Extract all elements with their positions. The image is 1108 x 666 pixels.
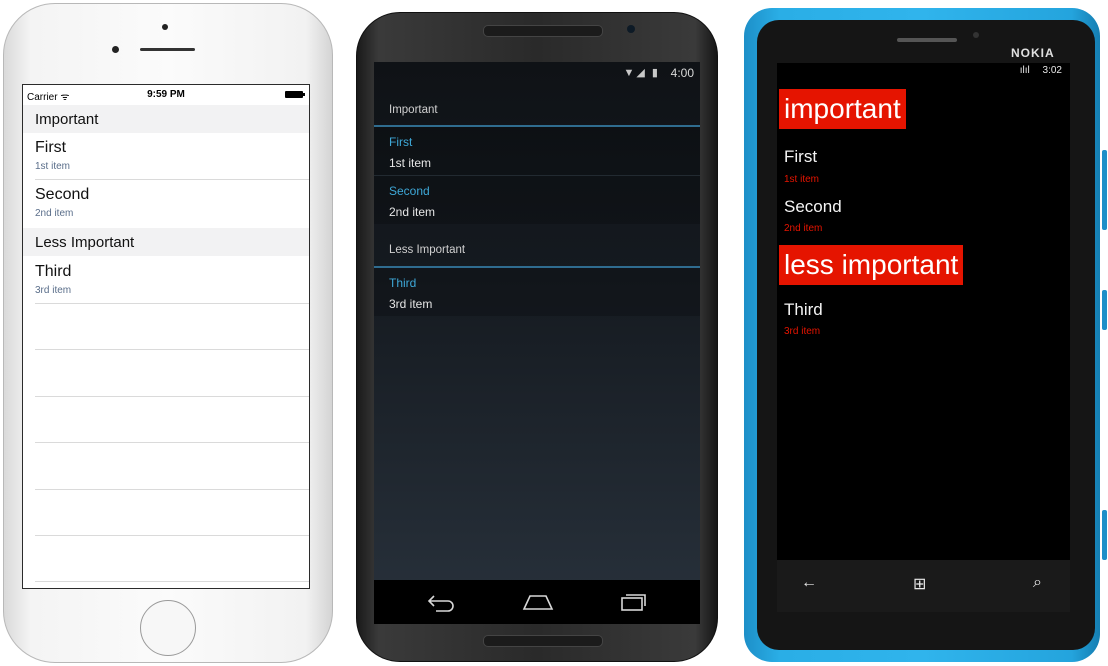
row-separator xyxy=(35,303,309,304)
section-header-less-important: Less Important xyxy=(23,228,309,256)
android-status-bar: ▼◢ ▮ 4:00 xyxy=(374,62,700,84)
item-detail: 2nd item xyxy=(389,205,436,219)
group-header-label: important xyxy=(784,93,901,124)
front-camera xyxy=(973,32,979,38)
list-item[interactable]: Second 2nd item xyxy=(23,180,309,226)
front-camera xyxy=(112,46,119,53)
home-button[interactable] xyxy=(140,600,196,656)
section-header-label: Less Important xyxy=(35,234,135,251)
row-separator xyxy=(35,442,309,443)
section-header-less-important: Less Important xyxy=(374,232,700,266)
group-header-important[interactable]: important xyxy=(779,89,906,129)
home-icon[interactable] xyxy=(522,592,554,612)
section-header-important: Important xyxy=(374,92,700,126)
item-detail: 2nd item xyxy=(35,208,74,219)
row-separator xyxy=(35,581,309,582)
list-item[interactable]: First 1st item xyxy=(23,133,309,179)
item-detail: 3rd item xyxy=(389,297,433,311)
speaker-grille xyxy=(140,48,195,51)
item-title: Third xyxy=(389,276,417,290)
android-nav-bar xyxy=(374,580,700,624)
item-title: Second xyxy=(35,186,90,203)
back-icon[interactable] xyxy=(426,592,456,612)
item-title: Second xyxy=(784,197,842,216)
item-detail: 2nd item xyxy=(784,223,823,234)
speaker-grille xyxy=(897,38,957,42)
recents-icon[interactable] xyxy=(618,592,648,612)
item-title: First xyxy=(784,147,818,166)
section-header-label: Important xyxy=(35,111,99,128)
item-title: Third xyxy=(35,263,72,280)
item-title: Second xyxy=(389,184,430,198)
battery-icon xyxy=(285,91,305,98)
side-button[interactable] xyxy=(1102,290,1107,330)
earpiece-dot xyxy=(162,24,168,30)
windows-phone-screen: ılıl 3:02 important First 1st item Secon… xyxy=(777,63,1070,560)
side-button[interactable] xyxy=(1102,510,1107,560)
android-screen: ▼◢ ▮ 4:00 Important First 1st item Secon… xyxy=(374,62,700,600)
side-button[interactable] xyxy=(1102,150,1107,230)
item-detail: 3rd item xyxy=(35,285,72,296)
group-header-label: less important xyxy=(784,249,959,280)
item-title: First xyxy=(35,139,67,156)
status-time: 3:02 xyxy=(1042,65,1062,76)
row-separator xyxy=(35,349,309,350)
wp-status-bar: ılıl 3:02 xyxy=(1020,65,1062,76)
list-item[interactable]: Third 3rd item xyxy=(374,268,700,316)
speaker-grille xyxy=(483,25,603,37)
speaker-grille xyxy=(483,635,603,647)
item-detail: 1st item xyxy=(389,156,432,170)
front-camera xyxy=(627,25,635,33)
back-icon[interactable]: ← xyxy=(801,574,817,592)
item-title: First xyxy=(389,135,413,149)
wifi-battery-icon: ▼◢ ▮ xyxy=(623,67,660,79)
search-icon[interactable]: ⌕ xyxy=(1033,574,1042,592)
list-item[interactable]: First 1st item xyxy=(374,127,700,175)
section-header-label: Important xyxy=(389,104,438,116)
signal-icon: ılıl xyxy=(1019,65,1030,76)
item-detail: 1st item xyxy=(35,161,71,172)
status-time: 4:00 xyxy=(670,66,694,80)
section-header-label: Less Important xyxy=(389,244,466,256)
item-detail: 3rd item xyxy=(784,326,821,337)
status-time: 9:59 PM xyxy=(147,89,185,100)
brand-logo: NOKIA xyxy=(1011,46,1055,60)
wp-hardware-bar: ← ⊞ ⌕ xyxy=(777,560,1070,612)
windows-start-icon[interactable]: ⊞ xyxy=(913,574,926,594)
item-detail: 1st item xyxy=(784,174,820,185)
group-header-less-important[interactable]: less important xyxy=(779,245,964,285)
list-item[interactable]: Second 2nd item xyxy=(374,176,700,224)
section-header-important: Important xyxy=(23,105,309,133)
ios-screen: Carrier ᯤ 9:59 PM Important First 1st it… xyxy=(22,84,310,589)
row-separator xyxy=(35,396,309,397)
row-separator xyxy=(35,535,309,536)
row-separator xyxy=(35,489,309,490)
list-item[interactable]: Third 3rd item xyxy=(23,257,309,303)
item-title: Third xyxy=(784,300,823,319)
ios-status-bar: Carrier ᯤ 9:59 PM xyxy=(23,85,309,105)
